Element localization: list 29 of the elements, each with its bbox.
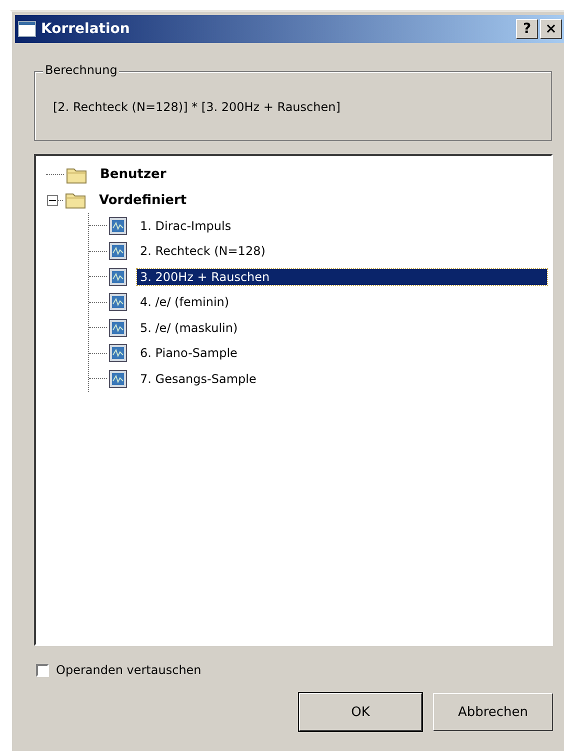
tree-item[interactable]: Vordefiniert (96, 192, 190, 209)
ok-button[interactable]: OK (299, 693, 422, 731)
waveform-icon (109, 318, 127, 337)
folder-icon (66, 166, 87, 184)
tree-item[interactable]: Benutzer (97, 166, 170, 184)
group-label: Berechnung (43, 63, 120, 77)
waveform-icon (109, 268, 127, 286)
tree-item[interactable]: 6. Piano-Sample (137, 345, 240, 362)
help-button[interactable]: ? (516, 19, 538, 39)
tree-item[interactable]: 7. Gesangs-Sample (137, 370, 260, 387)
cancel-button[interactable]: Abbrechen (433, 693, 553, 731)
waveform-icon (109, 293, 127, 312)
formula-text: [2. Rechteck (N=128)] * [3. 200Hz + Rauschen] (53, 100, 342, 114)
collapse-icon[interactable] (47, 194, 58, 206)
window-title: Korrelation (41, 21, 130, 37)
waveform-icon (109, 242, 127, 260)
folder-icon (65, 191, 86, 210)
tree-item[interactable]: 2. Rechteck (N=128) (137, 243, 268, 260)
window-icon (18, 21, 36, 37)
tree-item[interactable]: 5. /e/ (maskulin) (137, 320, 241, 336)
waveform-icon (109, 216, 127, 235)
checkbox-label: Operanden vertauschen (56, 663, 202, 677)
waveform-icon (109, 344, 127, 362)
waveform-icon (109, 370, 127, 388)
tree-item[interactable]: 1. Dirac-Impuls (137, 218, 234, 234)
tree-item[interactable]: 4. /e/ (feminin) (137, 294, 232, 310)
tree-item[interactable]: 3. 200Hz + Rauschen (137, 268, 547, 285)
checkbox[interactable] (36, 664, 49, 676)
close-button[interactable]: × (540, 19, 562, 39)
